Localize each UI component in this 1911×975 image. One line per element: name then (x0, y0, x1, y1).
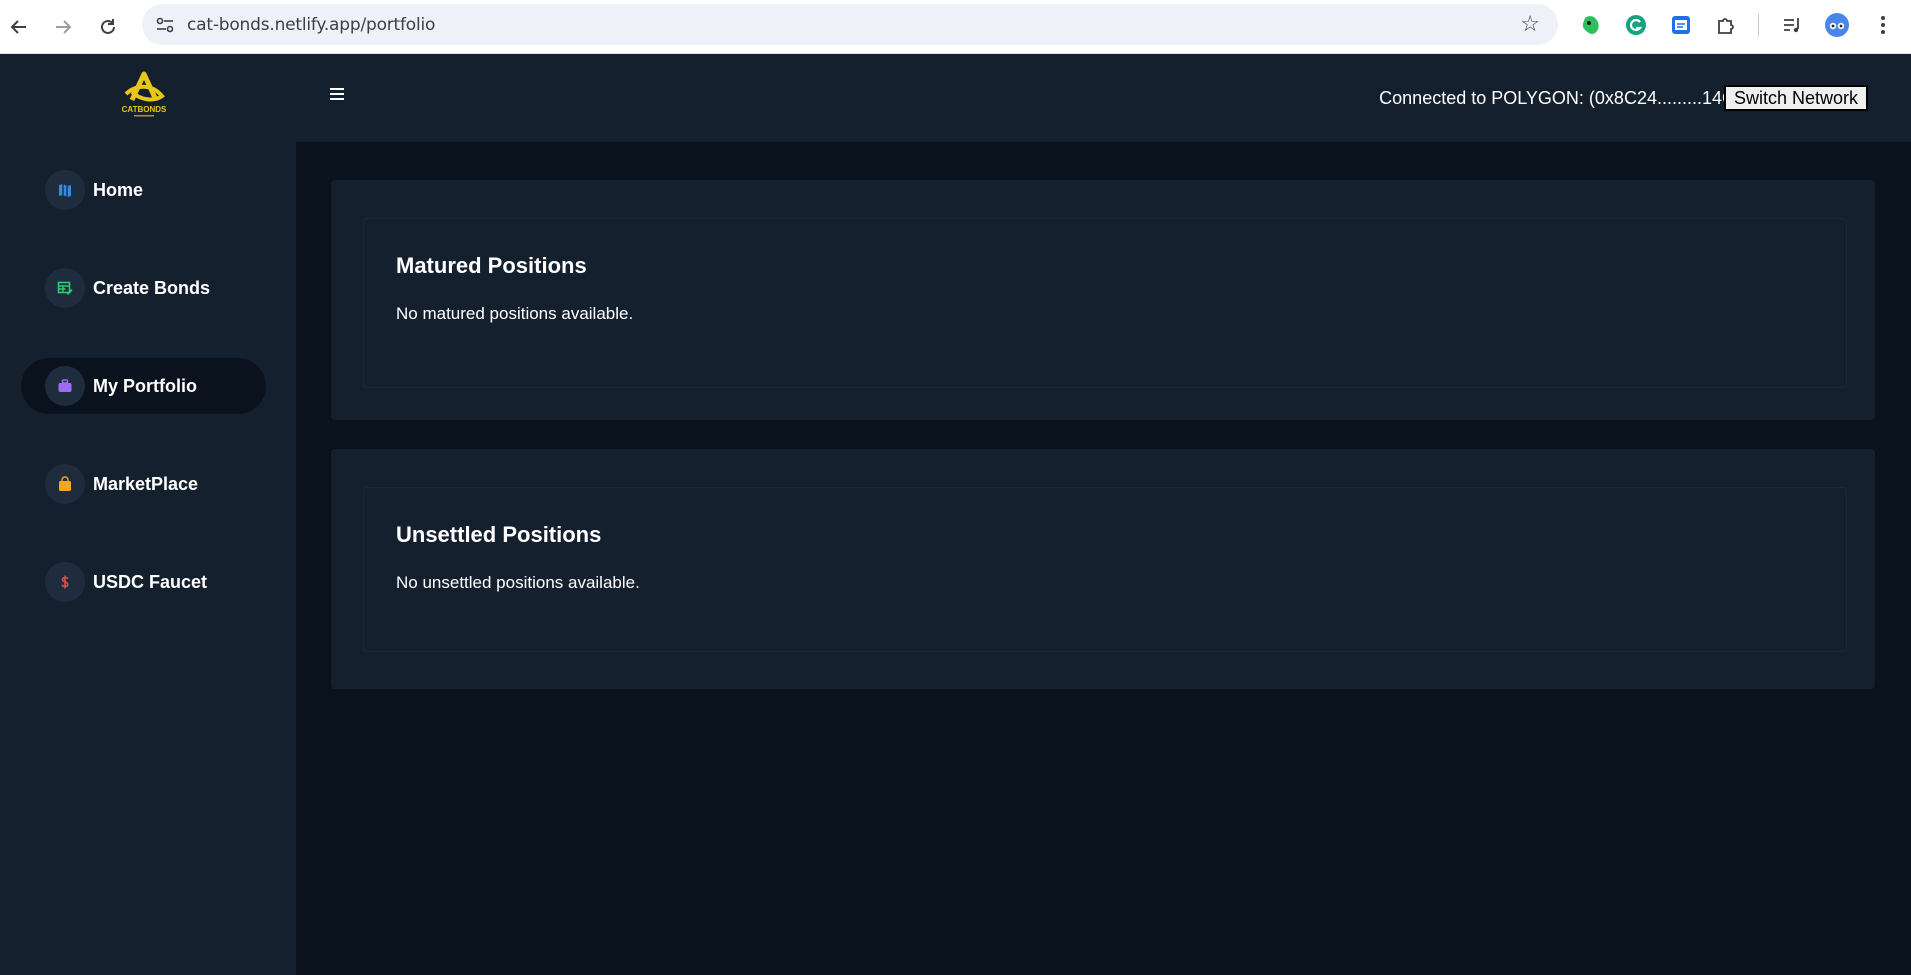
unsettled-positions-title: Unsettled Positions (396, 522, 602, 547)
matured-positions-title: Matured Positions (396, 253, 587, 278)
sidebar-item-label: My Portfolio (93, 376, 197, 396)
catbonds-logo[interactable]: CATBONDS (118, 70, 170, 120)
matured-positions-empty-text: No matured positions available. (396, 304, 634, 323)
sidebar: CATBONDS Home Create Bonds My Portfolio … (0, 54, 296, 975)
url-text[interactable]: cat-bonds.netlify.app/portfolio (187, 15, 435, 35)
sidebar-item-usdc-faucet[interactable]: USDC Faucet (21, 554, 266, 610)
media-controls-icon[interactable] (1778, 11, 1806, 39)
menu-kebab-icon[interactable] (1869, 11, 1897, 39)
reload-icon[interactable] (93, 12, 123, 42)
toolbar-divider (1758, 14, 1759, 36)
unsettled-positions-empty-text: No unsettled positions available. (396, 573, 640, 592)
hamburger-menu-icon[interactable] (330, 88, 344, 100)
logo-wordmark: CATBONDS (122, 105, 167, 114)
address-bar[interactable]: cat-bonds.netlify.app/portfolio ☆ (142, 4, 1558, 45)
bookmark-star-icon[interactable]: ☆ (1520, 12, 1540, 37)
sidebar-item-marketplace[interactable]: MarketPlace (21, 456, 266, 512)
browser-toolbar: cat-bonds.netlify.app/portfolio ☆ (0, 0, 1911, 54)
sidebar-item-home[interactable]: Home (21, 162, 266, 218)
map-icon (45, 170, 85, 210)
unsettled-positions-panel: Unsettled Positions No unsettled positio… (363, 487, 1847, 652)
briefcase-icon (45, 366, 85, 406)
sidebar-item-label: Create Bonds (93, 278, 211, 298)
table-edit-icon (45, 268, 85, 308)
back-icon[interactable] (4, 12, 34, 42)
dollar-icon (45, 562, 85, 602)
extension-icon[interactable] (1667, 11, 1695, 39)
evernote-icon[interactable] (1577, 11, 1605, 39)
puzzle-extensions-icon[interactable] (1712, 11, 1740, 39)
top-header: Connected to POLYGON: (0x8C24.........14… (296, 54, 1911, 142)
sidebar-item-label: USDC Faucet (93, 572, 208, 592)
profile-avatar-icon[interactable] (1823, 11, 1851, 39)
forward-icon[interactable] (48, 12, 78, 42)
sidebar-item-create-bonds[interactable]: Create Bonds (21, 260, 266, 316)
sidebar-item-my-portfolio[interactable]: My Portfolio (21, 358, 266, 414)
sidebar-item-label: MarketPlace (93, 474, 199, 494)
site-info-icon[interactable] (152, 12, 177, 37)
switch-network-button[interactable]: Switch Network (1723, 85, 1868, 111)
unsettled-positions-card: Unsettled Positions No unsettled positio… (331, 449, 1875, 689)
connection-status: Connected to POLYGON: (0x8C24.........14… (1379, 88, 1753, 108)
matured-positions-card: Matured Positions No matured positions a… (331, 180, 1875, 420)
matured-positions-panel: Matured Positions No matured positions a… (363, 218, 1847, 388)
grammarly-icon[interactable] (1622, 11, 1650, 39)
sidebar-item-label: Home (93, 180, 144, 200)
shopping-bag-icon (45, 464, 85, 504)
main-content: Matured Positions No matured positions a… (296, 142, 1911, 975)
